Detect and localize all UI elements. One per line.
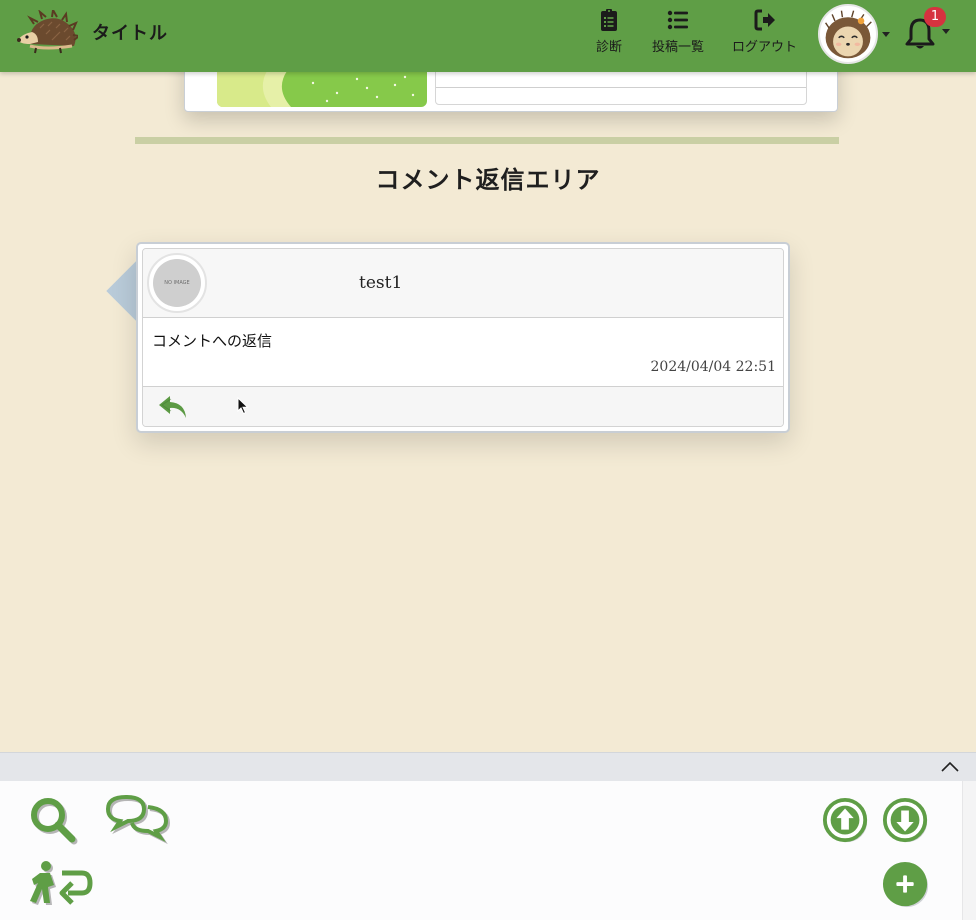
plus-circle-icon[interactable]	[882, 861, 930, 909]
user-menu-caret[interactable]	[882, 32, 890, 37]
comments-icon[interactable]	[104, 793, 172, 845]
top-navbar: タイトル 診断 投稿一覧 ログアウト 1	[0, 0, 976, 72]
commenter-username[interactable]: test1	[359, 273, 402, 293]
brand-link[interactable]: タイトル	[16, 10, 168, 54]
reply-icon[interactable]	[157, 393, 189, 423]
nav-label-diagnosis: 診断	[596, 40, 623, 55]
bottom-toolbar	[0, 781, 976, 920]
comment-text: コメントへの返信	[152, 332, 273, 350]
nav-diagnosis[interactable]: 診断	[596, 8, 622, 55]
post-detail-panel	[435, 71, 807, 105]
walk-back-icon[interactable]	[28, 859, 96, 913]
section-divider	[135, 137, 839, 144]
no-image-placeholder: NO IMAGE	[153, 259, 201, 307]
nav-logout[interactable]: ログアウト	[732, 8, 797, 55]
nav-label-logout: ログアウト	[732, 40, 798, 55]
scrollbar[interactable]	[962, 781, 976, 920]
list-icon	[667, 10, 688, 30]
nav-label-post-list: 投稿一覧	[652, 40, 705, 55]
mouse-cursor-icon	[237, 397, 249, 415]
clipboard-list-icon	[601, 9, 617, 31]
section-title: コメント返信エリア	[375, 165, 601, 194]
hedgehog-avatar	[825, 10, 872, 59]
notification-badge: 1	[924, 7, 946, 27]
comment-timestamp: 2024/04/04 22:51	[650, 359, 777, 375]
comment-header: NO IMAGE test1	[143, 249, 783, 318]
chevron-up-icon[interactable]	[940, 759, 960, 775]
no-image-label: NO IMAGE	[164, 280, 190, 286]
search-icon[interactable]	[28, 795, 82, 849]
toolbar-toggle-bar	[0, 752, 976, 781]
post-image[interactable]	[217, 71, 427, 107]
app-title: タイトル	[92, 23, 168, 44]
grass-field-image	[217, 71, 427, 107]
hedgehog-logo	[17, 10, 78, 54]
arrow-down-circle-icon[interactable]	[882, 797, 930, 845]
comment-card-frame: NO IMAGE test1 コメントへの返信 2024/04/04 22:51	[136, 242, 790, 433]
nav-post-list[interactable]: 投稿一覧	[652, 8, 704, 55]
comment-body: コメントへの返信 2024/04/04 22:51	[143, 318, 783, 387]
user-avatar-button[interactable]	[818, 4, 878, 64]
notification-caret[interactable]	[942, 29, 950, 34]
commenter-avatar[interactable]: NO IMAGE	[147, 253, 207, 313]
arrow-up-circle-icon[interactable]	[822, 797, 870, 845]
comment-reply-card: NO IMAGE test1 コメントへの返信 2024/04/04 22:51	[106, 242, 790, 433]
logout-icon	[754, 9, 775, 31]
